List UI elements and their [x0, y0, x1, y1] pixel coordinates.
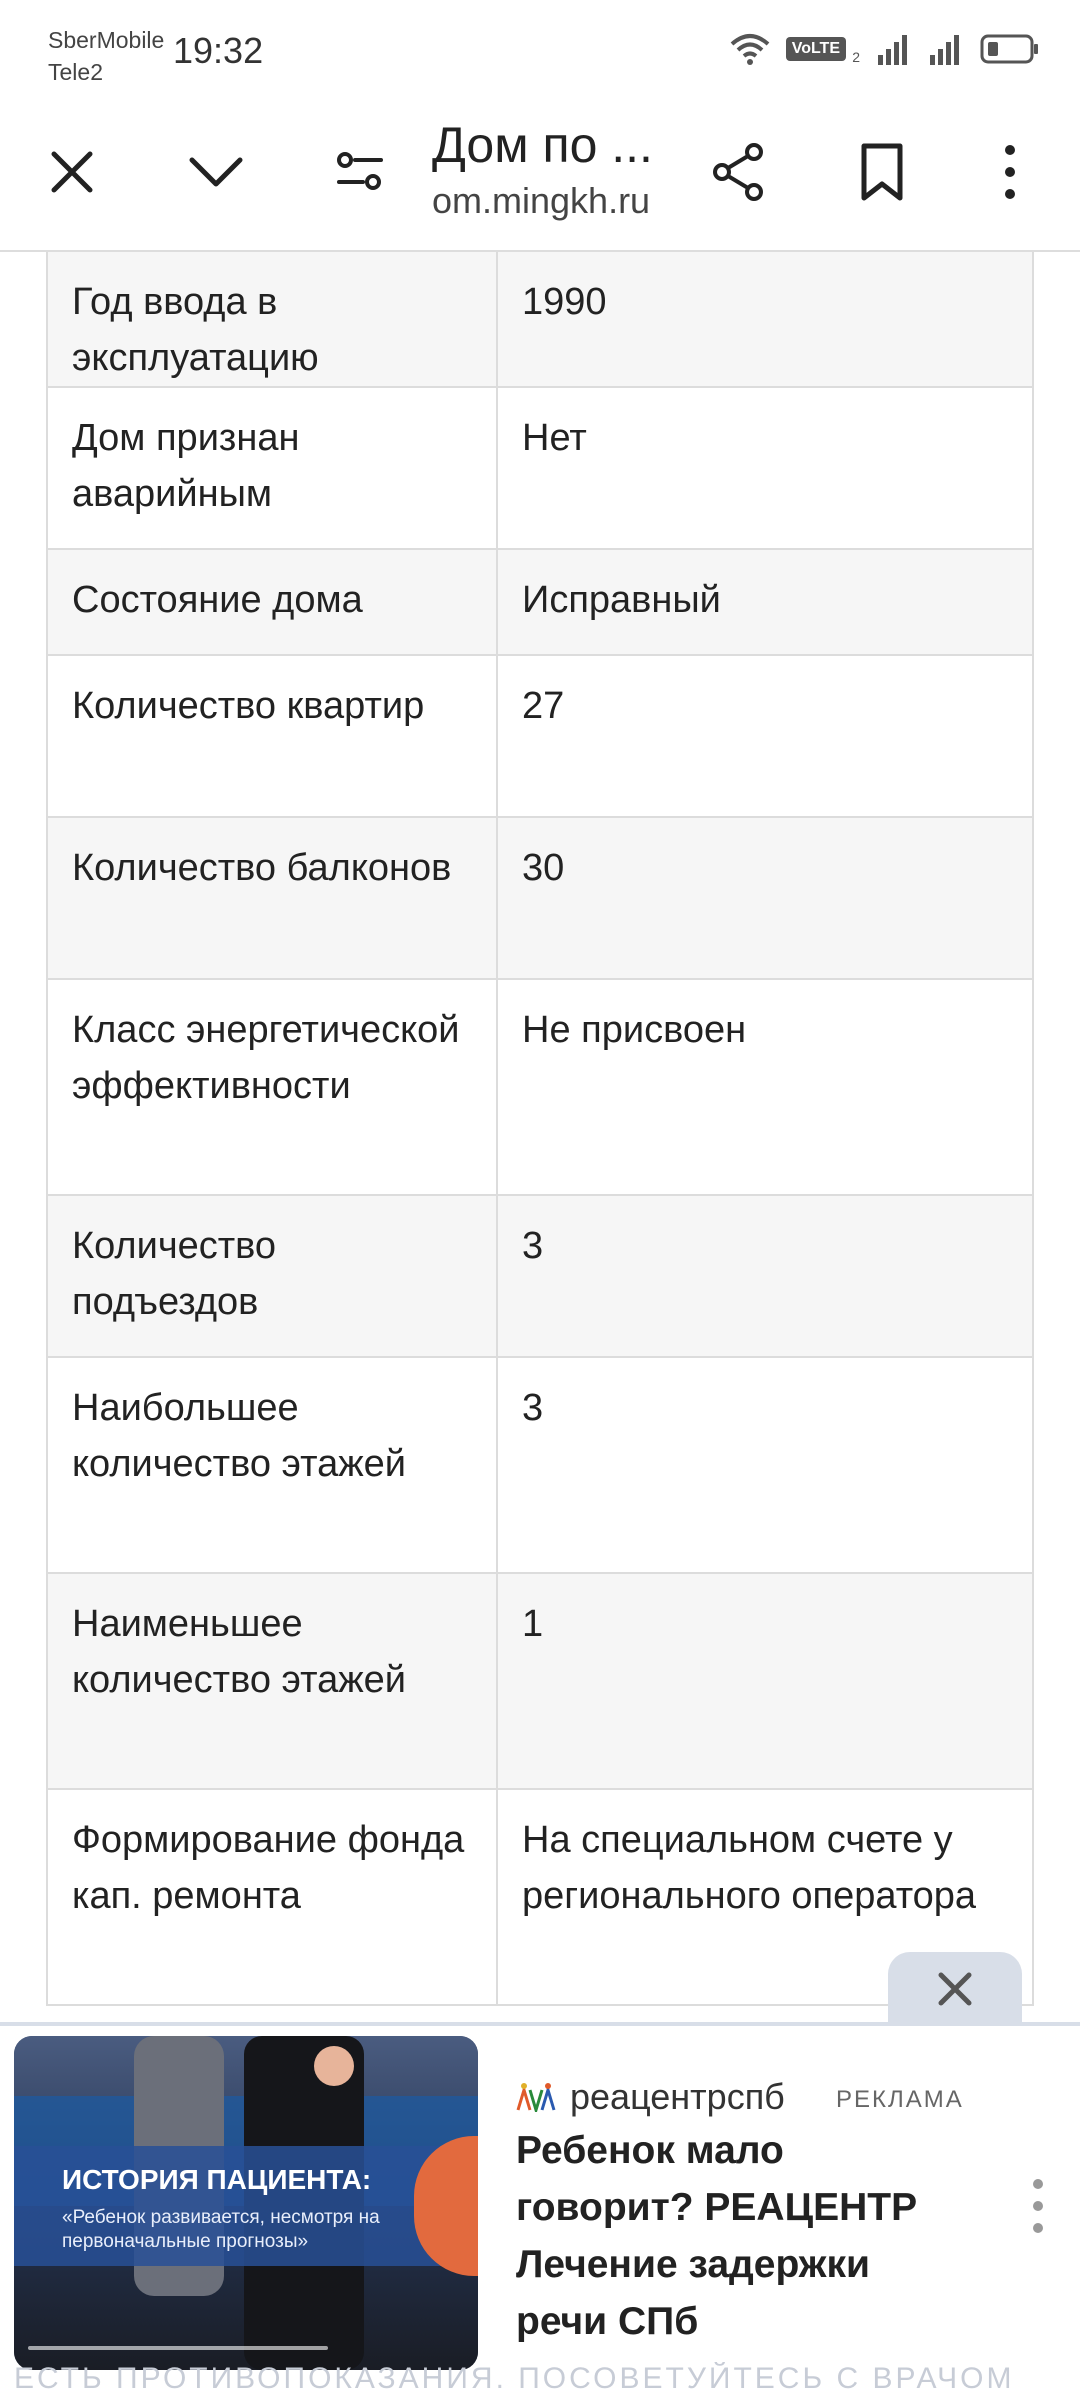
- row-label: Количество квартир: [46, 654, 498, 818]
- table-row: Наибольшее количество этажей 3: [46, 1356, 1034, 1574]
- signal-icon-1: [878, 35, 907, 65]
- table-row: Наименьшее количество этажей 1: [46, 1572, 1034, 1790]
- ad-label: РЕКЛАМА: [836, 2086, 964, 2113]
- row-value: Исправный: [496, 548, 1034, 656]
- page-url: om.mingkh.ru: [432, 180, 651, 221]
- row-label: Год ввода в эксплуатацию: [46, 252, 498, 388]
- row-value: 30: [496, 816, 1034, 980]
- ad-brand[interactable]: реацентрспб: [516, 2076, 800, 2118]
- browser-toolbar: Дом по ... om.mingkh.ru: [0, 100, 1080, 252]
- ad-disclaimer: ЕСТЬ ПРОТИВОПОКАЗАНИЯ. ПОСОВЕТУЙТЕСЬ С В…: [14, 2362, 1015, 2395]
- filter-icon: [337, 152, 383, 190]
- table-row: Состояние дома Исправный: [46, 548, 1034, 656]
- row-label: Дом признан аварийным: [46, 386, 498, 550]
- ad-image-hand: [314, 2046, 354, 2086]
- address-area[interactable]: Дом по ... om.mingkh.ru: [432, 112, 682, 224]
- ad-image-progress-line: [28, 2346, 328, 2350]
- close-tab-button[interactable]: [30, 130, 114, 214]
- close-icon: [51, 151, 93, 193]
- table-row: Класс энергетической эффективности Не при…: [46, 978, 1034, 1196]
- brand-logo-icon: [516, 2083, 556, 2112]
- table-row: Формирование фонда кап. ремонта На специа…: [46, 1788, 1034, 2006]
- carrier-name-1: SberMobile: [48, 27, 165, 53]
- ad-image-subtitle: «Ребенок развивается, несмотря на первон…: [62, 2207, 380, 2252]
- status-icons: VoLTE 2: [730, 32, 1040, 66]
- carrier-info: SberMobile Tele2: [48, 24, 164, 88]
- table-row: Количество балконов 30: [46, 816, 1034, 980]
- ad-close-button[interactable]: [888, 1952, 1022, 2026]
- row-label: Количество подъездов: [46, 1194, 498, 1358]
- more-vertical-icon: [1033, 2179, 1043, 2233]
- row-value: 3: [496, 1356, 1034, 1574]
- status-bar: SberMobile Tele2 19:32 VoLTE 2: [0, 0, 1080, 100]
- row-value: 1: [496, 1572, 1034, 1790]
- ad-banner[interactable]: ИСТОРИЯ ПАЦИЕНТА: «Ребенок развивается, …: [0, 2022, 1080, 2400]
- ad-headline[interactable]: Ребенок мало говорит? РЕАЦЕНТР Лечение з…: [516, 2122, 956, 2350]
- ad-image-title: ИСТОРИЯ ПАЦИЕНТА:: [62, 2164, 372, 2195]
- share-icon: [713, 143, 763, 201]
- ad-menu-button[interactable]: [1026, 2176, 1050, 2236]
- row-value: 1990: [496, 252, 1034, 388]
- chevron-down-icon: [189, 157, 243, 187]
- row-label: Наибольшее количество этажей: [46, 1356, 498, 1574]
- row-value: Не присвоен: [496, 978, 1034, 1196]
- volte-sim-number: 2: [852, 49, 860, 65]
- row-label: Наименьшее количество этажей: [46, 1572, 498, 1790]
- site-settings-button[interactable]: [318, 130, 402, 214]
- ad-brand-name: реацентрспб: [570, 2076, 785, 2117]
- bookmark-icon: [861, 143, 903, 201]
- volte-badge: VoLTE 2: [785, 37, 860, 65]
- row-value: Нет: [496, 386, 1034, 550]
- more-vertical-icon: [1005, 145, 1015, 199]
- row-label: Класс энергетической эффективности: [46, 978, 498, 1196]
- share-button[interactable]: [696, 130, 780, 214]
- bookmark-button[interactable]: [840, 130, 924, 214]
- wifi-icon: [730, 34, 770, 65]
- table-row: Дом признан аварийным Нет: [46, 386, 1034, 550]
- row-label: Состояние дома: [46, 548, 498, 656]
- close-icon: [938, 1972, 972, 2006]
- signal-icon-2: [930, 35, 959, 65]
- battery-icon: [980, 34, 1038, 64]
- collapse-button[interactable]: [174, 130, 258, 214]
- table-row: Год ввода в эксплуатацию 1990: [46, 252, 1034, 388]
- row-value: 27: [496, 654, 1034, 818]
- page-title: Дом по ...: [432, 117, 653, 173]
- row-value: 3: [496, 1194, 1034, 1358]
- status-time: 19:32: [173, 30, 264, 71]
- house-info-table: Год ввода в эксплуатацию 1990 Дом признан …: [46, 252, 1034, 2006]
- more-button[interactable]: [968, 130, 1052, 214]
- ad-image[interactable]: ИСТОРИЯ ПАЦИЕНТА: «Ребенок развивается, …: [14, 2036, 478, 2370]
- row-label: Формирование фонда кап. ремонта: [46, 1788, 498, 2006]
- carrier-name-2: Tele2: [48, 59, 103, 85]
- table-row: Количество квартир 27: [46, 654, 1034, 818]
- volte-label: VoLTE: [791, 40, 840, 57]
- table-row: Количество подъездов 3: [46, 1194, 1034, 1358]
- row-label: Количество балконов: [46, 816, 498, 980]
- house-info-table-container: Год ввода в эксплуатацию 1990 Дом признан …: [46, 252, 1034, 2012]
